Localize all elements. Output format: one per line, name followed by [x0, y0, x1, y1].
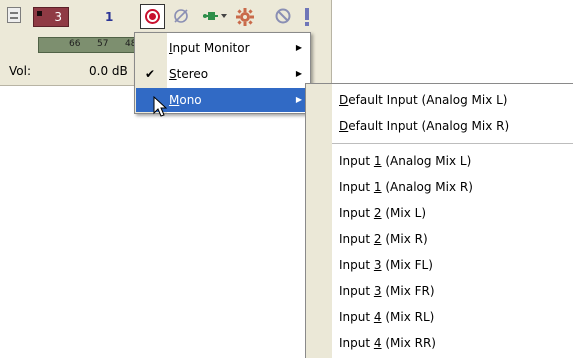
menu-item-label: Input 4 (Mix RL)	[339, 305, 434, 329]
record-dot	[149, 13, 156, 20]
input-routing-icon[interactable]	[202, 7, 228, 25]
mnemonic: M	[169, 93, 180, 107]
menu-item-label: Input 2 (Mix R)	[339, 227, 428, 251]
submenu-item-default-input-left[interactable]: Default Input (Analog Mix L)	[307, 88, 572, 112]
label-prefix: Input	[339, 154, 374, 168]
menu-item-label: Mono	[169, 88, 202, 112]
record-arm-button[interactable]	[140, 4, 165, 29]
submenu-arrow-icon: ▶	[295, 69, 302, 78]
label-rest: ono	[179, 93, 202, 107]
label-rest: (Mix R)	[381, 232, 428, 246]
menu-item-label: Input 1 (Analog Mix L)	[339, 149, 471, 173]
mute-icon[interactable]	[274, 7, 292, 25]
mono-submenu: Default Input (Analog Mix L) Default Inp…	[305, 83, 573, 358]
label-rest: (Analog Mix R)	[381, 180, 473, 194]
label-rest: (Mix FR)	[381, 284, 435, 298]
track-badge[interactable]: 3	[33, 7, 69, 27]
label-rest: tereo	[176, 67, 209, 81]
mnemonic: S	[169, 67, 177, 81]
submenu-arrow-icon: ▶	[295, 95, 302, 104]
menu-item-label: Input 2 (Mix L)	[339, 201, 426, 225]
menu-item-label: Stereo	[169, 62, 208, 86]
menu-item-label: Input 3 (Mix FR)	[339, 279, 435, 303]
label-rest: (Mix RL)	[381, 310, 435, 324]
mnemonic: 4	[373, 310, 382, 324]
submenu-item-input-4-rear-right[interactable]: Input 4 (Mix RR)	[307, 331, 572, 355]
label-rest: efault Input (Analog Mix R)	[348, 119, 510, 133]
mnemonic: 4	[373, 336, 382, 350]
menu-item-label: Input 3 (Mix FL)	[339, 253, 433, 277]
label-prefix: Input	[339, 336, 374, 350]
mnemonic: D	[339, 93, 349, 107]
label-rest: nput Monitor	[172, 41, 250, 55]
mnemonic: 2	[373, 232, 382, 246]
submenu-item-default-input-right[interactable]: Default Input (Analog Mix R)	[307, 114, 572, 138]
track-badge-number: 3	[54, 10, 62, 24]
mnemonic: 2	[373, 206, 382, 220]
label-prefix: Input	[339, 206, 374, 220]
menu-item-label: Input 1 (Analog Mix R)	[339, 175, 473, 199]
menu-item-label: Input 4 (Mix RR)	[339, 331, 436, 355]
label-prefix: Input	[339, 310, 374, 324]
submenu-item-input-2-left[interactable]: Input 2 (Mix L)	[307, 201, 572, 225]
submenu-item-input-1-right[interactable]: Input 1 (Analog Mix R)	[307, 175, 572, 199]
label-rest: (Mix L)	[381, 206, 426, 220]
mnemonic: 3	[373, 258, 382, 272]
label-prefix: Input	[339, 180, 374, 194]
menu-item-input-monitor[interactable]: Input Monitor ▶	[136, 36, 309, 60]
collapse-icon[interactable]	[7, 7, 21, 23]
volume-value[interactable]: 0.0 dB	[89, 64, 128, 78]
solo-exclamation-icon[interactable]	[302, 7, 312, 27]
meter-tick: 57	[97, 39, 109, 49]
label-rest: (Mix RR)	[381, 336, 436, 350]
label-prefix: Input	[339, 284, 374, 298]
mnemonic: 1	[373, 180, 382, 194]
meter-tick: 66	[69, 39, 81, 49]
label-rest: (Analog Mix L)	[381, 154, 472, 168]
fx-gear-icon[interactable]	[235, 7, 255, 27]
submenu-item-input-1-left[interactable]: Input 1 (Analog Mix L)	[307, 149, 572, 173]
menu-item-stereo[interactable]: ✔ Stereo ▶	[136, 62, 309, 86]
label-rest: efault Input (Analog Mix L)	[348, 93, 508, 107]
label-prefix: Input	[339, 258, 374, 272]
volume-label: Vol:	[9, 64, 31, 78]
track-number: 1	[105, 10, 114, 24]
menu-item-label: Default Input (Analog Mix L)	[339, 88, 507, 112]
level-meter: 66 57 48	[38, 37, 148, 53]
label-prefix: Input	[339, 232, 374, 246]
mouse-pointer-icon	[153, 96, 168, 117]
checkmark-icon: ✔	[145, 67, 156, 81]
menu-item-label: Input Monitor	[169, 36, 250, 60]
submenu-arrow-icon: ▶	[295, 43, 302, 52]
submenu-item-input-3-front-right[interactable]: Input 3 (Mix FR)	[307, 279, 572, 303]
phase-invert-icon[interactable]	[172, 7, 190, 25]
submenu-item-input-2-right[interactable]: Input 2 (Mix R)	[307, 227, 572, 251]
mnemonic: D	[339, 119, 349, 133]
label-rest: (Mix FL)	[381, 258, 433, 272]
mnemonic: 3	[373, 284, 382, 298]
submenu-item-input-4-rear-left[interactable]: Input 4 (Mix RL)	[307, 305, 572, 329]
track-color-icon	[37, 11, 42, 16]
mnemonic: 1	[373, 154, 382, 168]
menu-separator	[332, 143, 573, 144]
submenu-item-input-3-front-left[interactable]: Input 3 (Mix FL)	[307, 253, 572, 277]
menu-item-label: Default Input (Analog Mix R)	[339, 114, 509, 138]
